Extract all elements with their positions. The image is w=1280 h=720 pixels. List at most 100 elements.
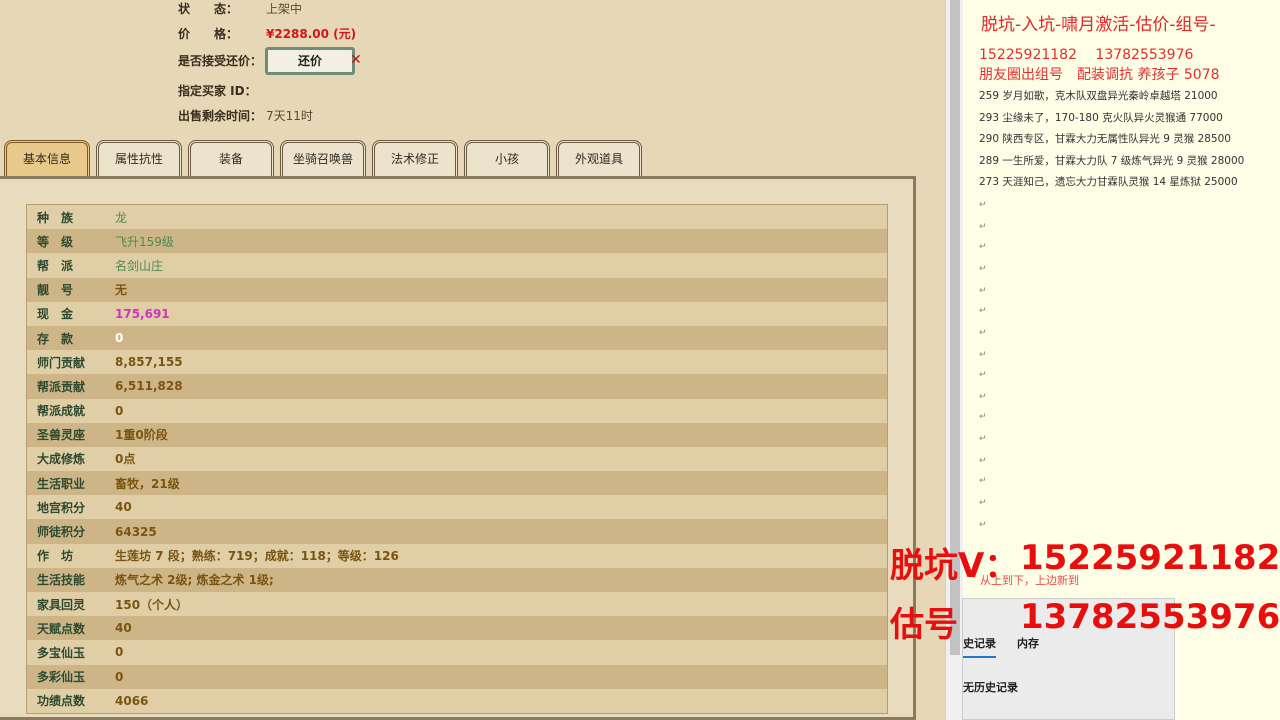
- row-value: 飞升159级: [115, 234, 174, 249]
- paragraph-mark-icon: ↵: [979, 476, 987, 486]
- tab-memory[interactable]: 内存: [1017, 635, 1039, 651]
- table-row: 多宝仙玉 0: [27, 640, 887, 665]
- info-row: 是否接受还价：: [178, 52, 262, 69]
- table-row: 作 坊 生莲坊 7 段；熟练：719；成就：118；等级：126: [27, 543, 887, 568]
- table-row: 师门贡献 8,857,155: [27, 350, 887, 375]
- paragraph-mark-icon: ↵: [979, 222, 987, 232]
- watermark-number-2: 13782553976: [1020, 597, 1280, 637]
- row-value: 0: [115, 645, 124, 660]
- history-empty-text: 无历史记录: [963, 681, 1018, 694]
- bargain-button[interactable]: 还价: [265, 47, 355, 75]
- paragraph-mark-icon: ↵: [979, 286, 987, 296]
- info-value: ¥2288.00 (元): [266, 27, 357, 41]
- doc-line: 290 陕西专区，甘霖大力无属性队异光 9 灵猴 28500: [979, 133, 1231, 145]
- row-label: 生活技能: [37, 573, 86, 588]
- row-label: 帮派成就: [37, 404, 86, 419]
- paragraph-mark-icon: ↵: [979, 350, 987, 360]
- watermark-label-1: 脱坑V：: [890, 546, 1019, 586]
- table-row: 靓 号无: [27, 277, 887, 302]
- info-label: 价 格：: [178, 27, 239, 41]
- paragraph-mark-icon: ↵: [979, 520, 987, 530]
- game-window: 状 态： 上架中价 格： ¥2288.00 (元) 是否接受还价： 指定买家 ID： 出售…: [0, 0, 945, 720]
- row-label: 种 族: [37, 210, 74, 225]
- tab-3[interactable]: 坐骑召唤兽: [280, 140, 366, 176]
- paragraph-mark-icon: ↵: [979, 264, 987, 274]
- row-value: 0: [115, 669, 124, 684]
- tab-5[interactable]: 小孩: [464, 140, 550, 176]
- table-row: 师徒积分 64325: [27, 519, 887, 544]
- table-row: 多彩仙玉 0: [27, 664, 887, 689]
- table-row: 帮 派 名剑山庄: [27, 253, 887, 278]
- row-value: 0: [115, 403, 124, 418]
- tab-2[interactable]: 装备: [188, 140, 274, 176]
- table-row: 种 族龙: [27, 205, 887, 230]
- paragraph-mark-icon: ↵: [979, 434, 987, 444]
- table-row: 地宫积分 40: [27, 495, 887, 520]
- table-row: 存 款 0: [27, 325, 887, 351]
- tab-history[interactable]: 史记录: [963, 635, 996, 658]
- row-value: 炼气之术 2级; 炼金之术 1级;: [115, 573, 274, 588]
- table-row: 等 级 飞升159级: [27, 229, 887, 254]
- info-label: 是否接受还价：: [178, 54, 263, 68]
- row-value: 畜牧，21级: [115, 476, 180, 491]
- row-label: 帮派贡献: [37, 379, 86, 394]
- info-row: 状 态： 上架中: [178, 0, 302, 17]
- table-row: 家具回灵 150（个人）: [27, 592, 887, 617]
- row-value: 6,511,828: [115, 379, 183, 394]
- table-row: 天赋点数 40: [27, 616, 887, 641]
- row-label: 多宝仙玉: [37, 645, 86, 660]
- paragraph-mark-icon: ↵: [979, 456, 987, 466]
- watermark-number-1: 15225921182: [1020, 538, 1280, 578]
- row-label: 现 金: [37, 307, 74, 322]
- paragraph-mark-icon: ↵: [979, 306, 987, 316]
- table-row: 功绩点数 4066: [27, 688, 887, 713]
- row-label: 师徒积分: [37, 525, 86, 540]
- table-row: 圣兽灵座 1重0阶段: [27, 422, 887, 447]
- row-label: 功绩点数: [37, 694, 86, 709]
- doc-line: 293 尘缘未了，170-180 克火队异火灵猴通 77000: [979, 111, 1223, 124]
- table-row: 生活技能 炼气之术 2级; 炼金之术 1级;: [27, 567, 887, 592]
- tab-4[interactable]: 法术修正: [372, 140, 458, 176]
- info-label: 状 态：: [178, 2, 239, 16]
- row-value: 175,691: [115, 306, 170, 321]
- paragraph-mark-icon: ↵: [979, 498, 987, 508]
- row-label: 帮 派: [37, 258, 74, 273]
- paragraph-mark-icon: ↵: [979, 370, 987, 380]
- row-value: 名剑山庄: [115, 258, 164, 273]
- table-row: 现 金 175,691: [27, 301, 887, 326]
- row-value: 0: [115, 331, 124, 346]
- row-label: 等 级: [37, 234, 74, 249]
- paragraph-mark-icon: ↵: [979, 412, 987, 422]
- row-label: 师门贡献: [37, 355, 86, 370]
- tab-0[interactable]: 基本信息: [4, 140, 90, 176]
- row-label: 靓 号: [37, 283, 74, 298]
- row-value: 150（个人）: [115, 597, 189, 612]
- doc-phones: 15225921182 13782553976: [979, 47, 1194, 63]
- row-value: 40: [115, 500, 132, 515]
- row-value: 0点: [115, 452, 136, 467]
- doc-title: 脱坑-入坑-啸月激活-估价-组号-: [981, 15, 1216, 35]
- row-label: 存 款: [37, 331, 74, 346]
- row-label: 大成修炼: [37, 452, 86, 467]
- close-icon[interactable]: ✕: [350, 52, 362, 68]
- row-label: 天赋点数: [37, 621, 86, 636]
- info-label: 出售剩余时间：: [178, 109, 263, 123]
- doc-line: 273 天涯知己，遗忘大力甘霖队灵猴 14 星炼狱 25000: [979, 176, 1238, 188]
- tab-6[interactable]: 外观道具: [556, 140, 642, 176]
- table-row: 帮派贡献 6,511,828: [27, 374, 887, 399]
- info-label: 指定买家 ID：: [178, 84, 257, 98]
- row-label: 生活职业: [37, 476, 86, 491]
- tab-1[interactable]: 属性抗性: [96, 140, 182, 176]
- row-value: 4066: [115, 693, 149, 708]
- row-value: 8,857,155: [115, 355, 183, 370]
- tab-bar: 基本信息 属性抗性 装备 坐骑召唤兽 法术修正 小孩 外观道具: [4, 140, 642, 176]
- info-row: 出售剩余时间： 7天11时: [178, 107, 313, 124]
- row-value: 生莲坊 7 段；熟练：719；成就：118；等级：126: [115, 549, 399, 564]
- doc-line: 289 一生所爱，甘霖大力队 7 级炼气异光 9 灵猴 28000: [979, 154, 1245, 167]
- table-row: 大成修炼 0点: [27, 446, 887, 472]
- info-value: 7天11时: [266, 109, 313, 123]
- row-value: 64325: [115, 524, 157, 539]
- info-row: 指定买家 ID：: [178, 82, 257, 99]
- info-value: 上架中: [266, 2, 303, 16]
- table-row: 帮派成就 0: [27, 398, 887, 423]
